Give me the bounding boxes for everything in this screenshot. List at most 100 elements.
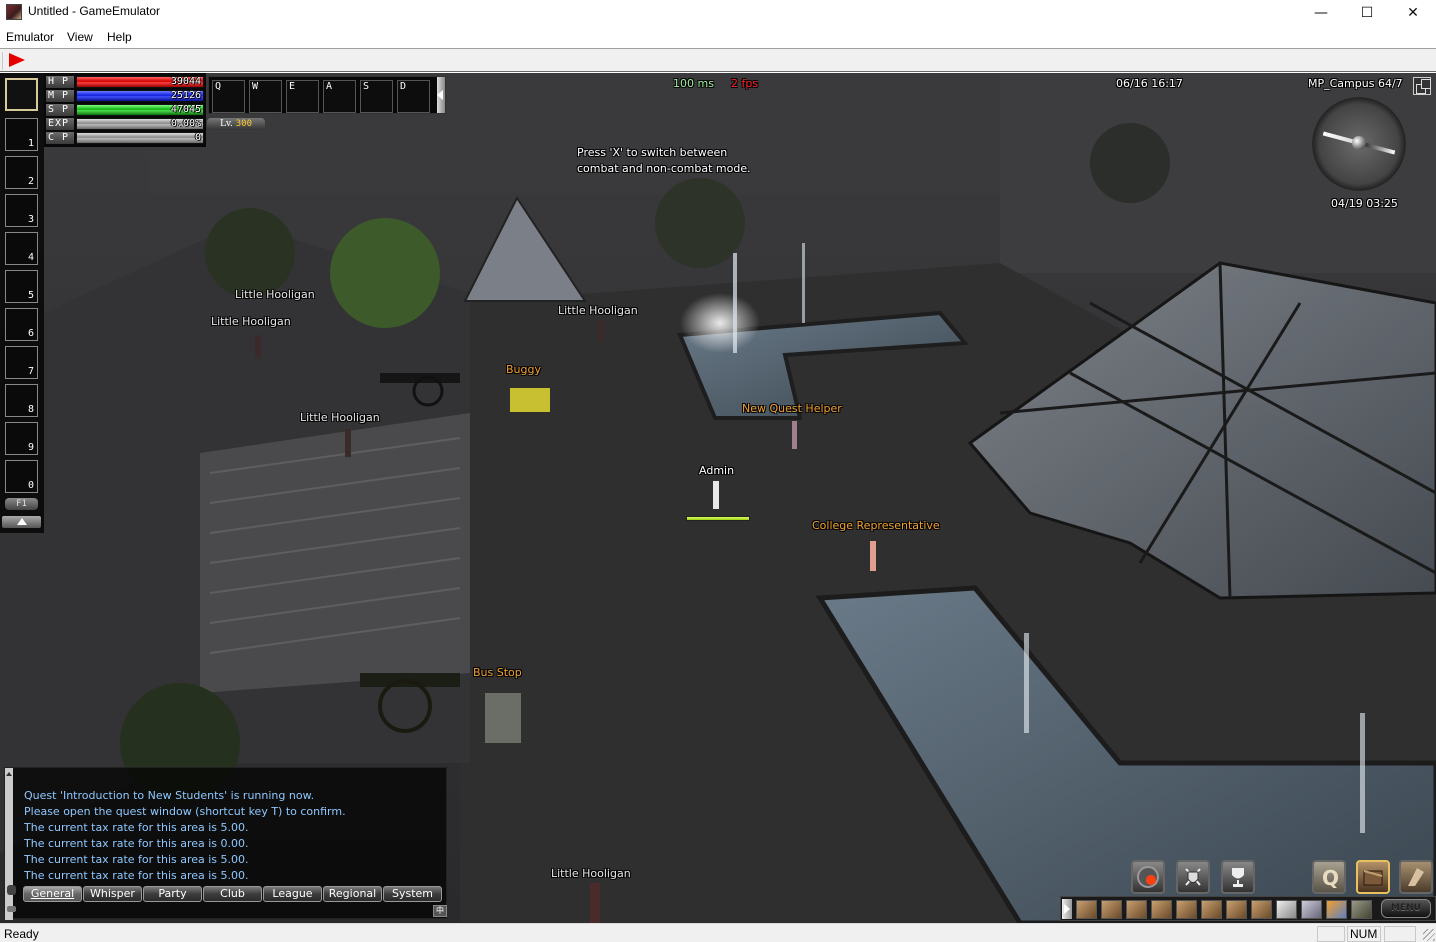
hotkey-slot-5[interactable]: 5 [5, 270, 38, 303]
mp-bar: 25126 [76, 90, 204, 102]
character-icon[interactable] [1076, 900, 1097, 919]
profile-icon[interactable] [1101, 900, 1122, 919]
skill-key: W [252, 81, 259, 92]
resize-grip-icon[interactable] [1423, 929, 1435, 941]
mob-label[interactable]: Little Hooligan [235, 288, 315, 301]
mail-icon[interactable] [1276, 900, 1297, 919]
bus-stop [485, 693, 521, 743]
chat-tab-regional[interactable]: Regional [323, 886, 382, 902]
bag-icon[interactable] [1201, 900, 1222, 919]
emote-icon[interactable] [1351, 900, 1372, 919]
hotkey-slot-9[interactable]: 9 [5, 422, 38, 455]
scroll-up-icon[interactable] [5, 770, 13, 778]
menu-emulator[interactable]: Emulator [6, 30, 54, 44]
compass-icon[interactable] [1312, 97, 1406, 191]
chat-tab-club[interactable]: Club [203, 886, 262, 902]
status-bar: Ready NUM [0, 923, 1436, 942]
skill-slot-a[interactable]: A [323, 80, 356, 113]
character-portrait-slot[interactable] [5, 78, 38, 111]
hotkey-number: 3 [27, 214, 34, 225]
chat-line: The current tax rate for this area is 5.… [24, 821, 249, 834]
chat-tab-general[interactable]: General [23, 886, 82, 902]
skill-icon[interactable] [1151, 900, 1172, 919]
quickbar-expand-icon[interactable] [1062, 899, 1072, 919]
mob-label[interactable]: Little Hooligan [300, 411, 380, 424]
menu-view[interactable]: View [67, 30, 93, 44]
hotkey-slot-6[interactable]: 6 [5, 308, 38, 341]
skill-slot-s[interactable]: S [360, 80, 393, 113]
map-icon[interactable] [1126, 900, 1147, 919]
stat-sp: S P 47045 [46, 104, 204, 116]
chat-tab-league[interactable]: League [263, 886, 322, 902]
character-quest-helper [792, 421, 797, 449]
ranking-button[interactable] [1221, 860, 1255, 894]
skill-bar-toggle[interactable] [437, 77, 445, 113]
hotkey-slot-1[interactable]: 1 [5, 118, 38, 151]
inventory-button[interactable] [1356, 860, 1390, 894]
mob-label[interactable]: Little Hooligan [558, 304, 638, 317]
minimize-button[interactable]: — [1298, 0, 1344, 26]
quest-button[interactable]: Q [1312, 860, 1346, 894]
skill-slot-w[interactable]: W [249, 80, 282, 113]
mob-label[interactable]: Little Hooligan [211, 315, 291, 328]
character-college-representative [870, 541, 876, 571]
app-icon [6, 4, 22, 20]
play-icon[interactable] [9, 53, 25, 67]
friends-icon[interactable] [1226, 900, 1247, 919]
menu-help[interactable]: Help [107, 30, 132, 44]
main-menu-button[interactable]: MENU [1381, 899, 1431, 918]
hotkey-slot-8[interactable]: 8 [5, 384, 38, 417]
chat-scrollbar[interactable] [5, 768, 13, 920]
npc-label-quest-helper[interactable]: New Quest Helper [742, 402, 842, 415]
close-button[interactable]: ✕ [1390, 0, 1436, 26]
stat-label: M P [46, 90, 74, 102]
stat-mp: M P 25126 [46, 90, 204, 102]
minimap-toggle-icon[interactable] [1413, 77, 1431, 95]
chat-tab-whisper[interactable]: Whisper [83, 886, 142, 902]
toolbar-grip[interactable] [2, 52, 4, 70]
expand-up-icon[interactable] [2, 516, 41, 528]
stat-label: EXP [46, 118, 74, 130]
maximize-button[interactable]: ☐ [1344, 0, 1390, 26]
shop-icon[interactable] [1326, 900, 1347, 919]
character-hooligan [590, 883, 600, 923]
ping-readout: 100 ms [673, 77, 714, 90]
chat-tab-system[interactable]: System [383, 886, 442, 902]
book-icon[interactable] [1176, 900, 1197, 919]
skill-slot-d[interactable]: D [397, 80, 430, 113]
chat-toggle-handle[interactable] [7, 906, 16, 912]
skills-button[interactable] [1399, 860, 1433, 894]
skill-key: A [326, 81, 333, 92]
emulator-window: Untitled - GameEmulator — ☐ ✕ Emulator V… [0, 0, 1436, 942]
npc-label-buggy[interactable]: Buggy [506, 363, 541, 376]
hotkey-slot-7[interactable]: 7 [5, 346, 38, 379]
settings-button[interactable] [1131, 860, 1165, 894]
cp-bar-track [77, 133, 203, 143]
npc-label-bus-stop[interactable]: Bus Stop [473, 666, 522, 679]
hotkey-slot-0[interactable]: 0 [5, 460, 38, 493]
world-map-icon[interactable] [1251, 900, 1272, 919]
hotkey-page-button[interactable]: F1 [5, 498, 38, 510]
skill-slot-q[interactable]: Q [212, 80, 245, 113]
chat-tab-party[interactable]: Party [143, 886, 202, 902]
game-viewport[interactable]: 1 2 3 4 5 6 7 8 9 0 F1 H P 39044 M P 251… [0, 73, 1436, 923]
stat-label: S P [46, 104, 74, 116]
map-name: MP_Campus 64/7 [1308, 77, 1403, 90]
stat-label: H P [46, 76, 74, 88]
player-hp-bar [686, 516, 750, 521]
hotkey-slot-2[interactable]: 2 [5, 156, 38, 189]
gift-icon[interactable] [1301, 900, 1322, 919]
hotkey-slot-4[interactable]: 4 [5, 232, 38, 265]
exp-bar: 0.00% [76, 118, 204, 130]
mob-label[interactable]: Little Hooligan [551, 867, 631, 880]
title-bar: Untitled - GameEmulator — ☐ ✕ [0, 0, 1436, 26]
npc-label-college-representative[interactable]: College Representative [812, 519, 940, 532]
chat-resize-handle[interactable] [7, 885, 16, 895]
status-pane-caps [1317, 926, 1345, 942]
guild-button[interactable] [1176, 860, 1210, 894]
mp-value: 25126 [170, 90, 201, 101]
hotkey-slot-3[interactable]: 3 [5, 194, 38, 227]
svg-text:Q: Q [1322, 866, 1339, 890]
ime-toggle-button[interactable]: 中 [433, 905, 447, 917]
skill-slot-e[interactable]: E [286, 80, 319, 113]
